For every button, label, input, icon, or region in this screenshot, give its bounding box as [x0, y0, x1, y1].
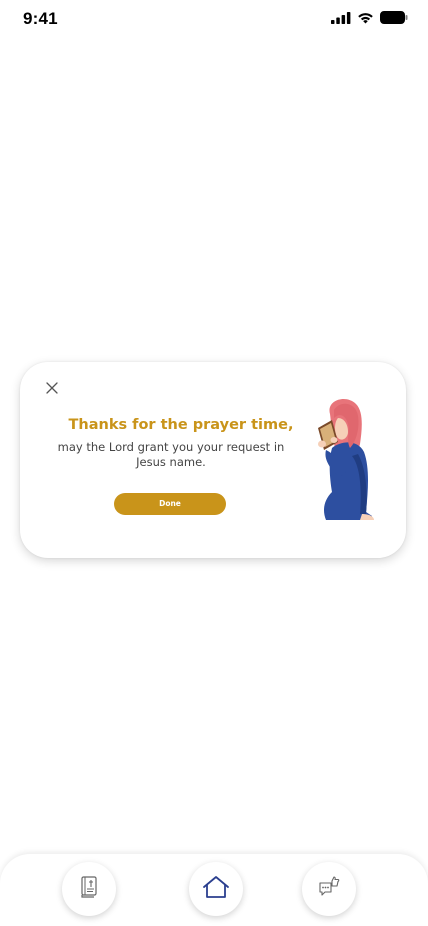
dialog-title: Thanks for the prayer time,	[68, 417, 294, 433]
home-icon	[202, 875, 230, 904]
prayer-complete-screen: 9:41 Thanks for the prayer time, may the…	[0, 0, 428, 926]
close-button[interactable]	[44, 380, 60, 396]
nav-home-button[interactable]	[189, 862, 243, 916]
status-bar: 9:41	[0, 0, 428, 40]
prayer-complete-dialog: Thanks for the prayer time, may the Lord…	[20, 362, 406, 558]
signal-icon	[331, 11, 351, 29]
done-button[interactable]: Done	[114, 493, 226, 515]
bottom-navigation	[0, 854, 428, 926]
close-icon	[44, 382, 60, 400]
battery-icon	[380, 11, 408, 29]
bible-icon	[78, 875, 100, 904]
praying-woman-illustration	[296, 396, 380, 522]
nav-testimony-button[interactable]	[302, 862, 356, 916]
dialog-message: may the Lord grant you your request in J…	[57, 440, 285, 469]
status-icons	[331, 11, 408, 29]
wifi-icon	[357, 11, 374, 29]
nav-bible-button[interactable]	[62, 862, 116, 916]
status-time: 9:41	[23, 9, 58, 28]
testimony-icon	[317, 875, 341, 904]
